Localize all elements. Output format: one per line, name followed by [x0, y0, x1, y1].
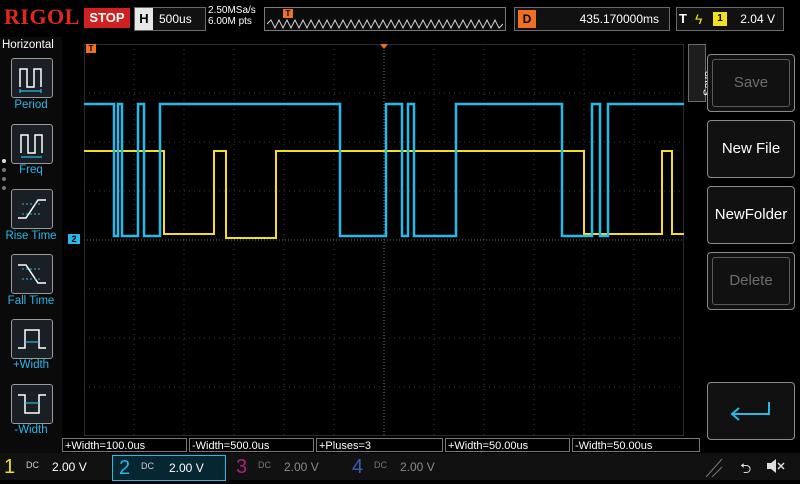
- menu-expand-icon[interactable]: [704, 455, 724, 479]
- measurement-result: -Width=50.00us: [572, 438, 700, 452]
- delay-value: 435.170000ms: [579, 12, 659, 26]
- return-button[interactable]: [707, 382, 795, 440]
- rise-time-icon: [18, 199, 46, 219]
- trigger-level: 2.04 V: [740, 12, 775, 26]
- measurement-result: +Pluses=3: [316, 438, 443, 452]
- measure-fall-time-label: Fall Time: [7, 295, 55, 307]
- measure-neg-width-button[interactable]: [11, 384, 53, 424]
- channel-4-number: 4: [352, 456, 364, 478]
- channel-1-scale: 2.00 V: [52, 460, 87, 474]
- measurement-result: -Width=500.0us: [189, 438, 314, 452]
- channel-2-status[interactable]: 2 DC 2.00 V: [112, 455, 226, 481]
- memory-waveform-overview: [267, 19, 503, 29]
- measure-period-label: Period: [14, 99, 48, 111]
- timebase-box[interactable]: H 500us: [134, 7, 206, 31]
- channel-3-coupling: DC: [258, 460, 271, 470]
- measurement-result: +Width=50.00us: [445, 438, 570, 452]
- measure-rise-time-label: Rise Time: [5, 230, 57, 242]
- measure-fall-time-button[interactable]: [11, 254, 53, 294]
- channel-1-coupling: DC: [26, 460, 39, 470]
- channel-3-scale: 2.00 V: [284, 460, 319, 474]
- new-file-button-label: New File: [721, 140, 781, 157]
- return-icon: [730, 402, 770, 421]
- measurement-result: +Width=100.0us: [62, 438, 187, 452]
- run-stop-indicator[interactable]: STOP: [84, 8, 130, 28]
- measure-rise-time-button[interactable]: [11, 189, 53, 229]
- new-folder-button-label: NewFolder: [714, 206, 788, 223]
- ch2-ground-marker[interactable]: 2: [68, 234, 80, 244]
- channel-1-number: 1: [4, 456, 16, 478]
- trigger-source: 1: [713, 12, 727, 26]
- ch1-trigger-position-tag: T: [86, 44, 96, 53]
- timebase-value: 500us: [159, 12, 192, 26]
- measure-freq-button[interactable]: [11, 124, 53, 164]
- measure-pos-width-label: +Width: [12, 359, 50, 371]
- timebase-label: H: [135, 8, 153, 30]
- memory-overview-strip[interactable]: T: [264, 7, 506, 31]
- channel-4-scale: 2.00 V: [400, 460, 435, 474]
- delay-label: D: [518, 10, 536, 28]
- period-icon: [19, 68, 42, 93]
- measure-freq-label: Freq: [19, 164, 43, 176]
- channel-2-coupling: DC: [141, 461, 154, 471]
- measure-panel-title: Horizontal: [2, 39, 54, 51]
- trigger-edge-icon: ϟ: [695, 11, 703, 27]
- positive-width-icon: [18, 329, 46, 349]
- sample-rate: 2.50MSa/s: [208, 5, 256, 16]
- negative-width-icon: [18, 394, 46, 414]
- new-file-button[interactable]: New File: [707, 120, 795, 178]
- new-folder-button[interactable]: NewFolder: [707, 186, 795, 244]
- channel-2-number: 2: [119, 457, 131, 479]
- speaker-muted-icon[interactable]: [764, 456, 786, 481]
- usb-icon: ⮌: [740, 460, 752, 476]
- channel-4-status[interactable]: 4 DC 2.00 V: [352, 455, 452, 479]
- delay-box[interactable]: D 435.170000ms: [514, 7, 670, 31]
- channel-1-status[interactable]: 1 DC 2.00 V: [4, 455, 104, 479]
- channel-2-scale: 2.00 V: [169, 461, 204, 475]
- channel-4-coupling: DC: [374, 460, 387, 470]
- trigger-label: T: [679, 11, 687, 26]
- channel-3-status[interactable]: 3 DC 2.00 V: [236, 455, 336, 479]
- trigger-box[interactable]: T ϟ 1 2.04 V: [676, 7, 784, 31]
- brand-logo: RIGOL: [4, 4, 80, 29]
- measure-neg-width-label: -Width: [14, 424, 48, 436]
- frequency-icon: [20, 134, 43, 158]
- measure-period-button[interactable]: [11, 58, 53, 98]
- waveform-display[interactable]: [84, 44, 684, 436]
- save-button[interactable]: Save: [707, 54, 795, 112]
- channel-3-number: 3: [236, 456, 248, 478]
- fall-time-icon: [18, 264, 46, 284]
- memory-depth: 6.00M pts: [208, 16, 252, 27]
- acquisition-info: 2.50MSa/s 6.00M pts: [208, 5, 256, 27]
- measure-pos-width-button[interactable]: [11, 319, 53, 359]
- trigger-position-marker: T: [283, 9, 293, 18]
- delete-button[interactable]: Delete: [707, 252, 795, 310]
